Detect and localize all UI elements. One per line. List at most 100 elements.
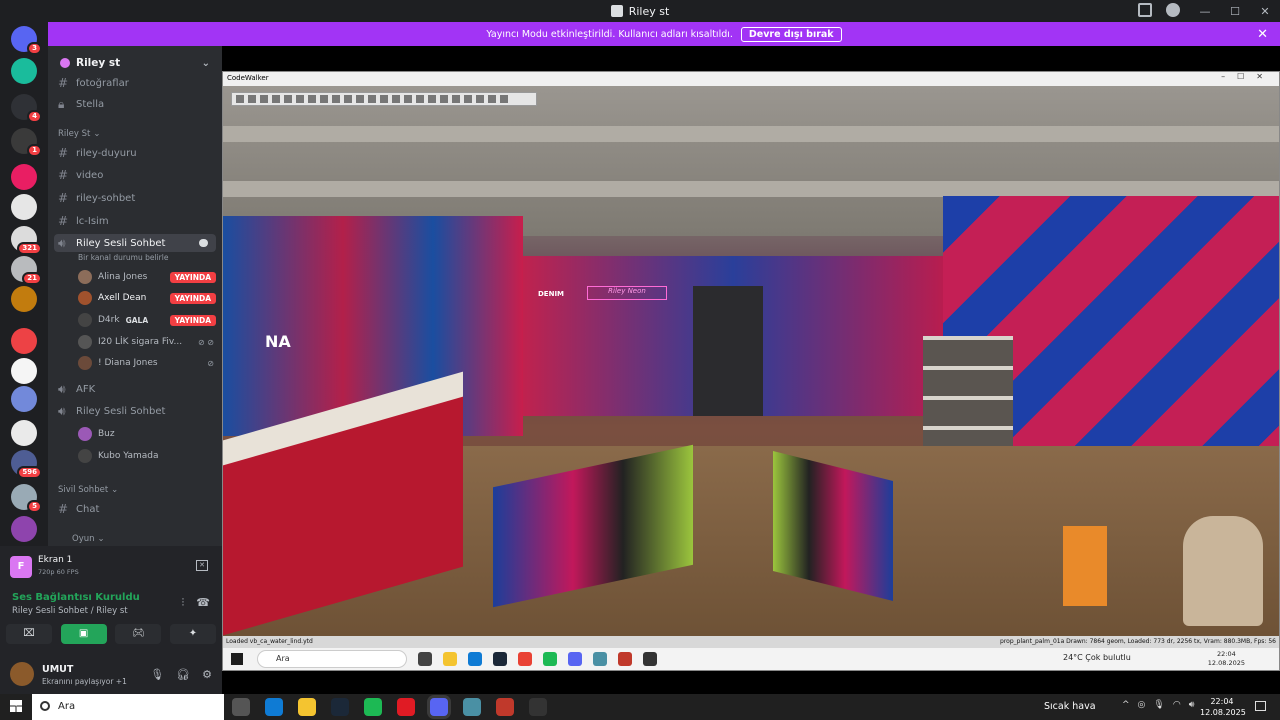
taskbar-clock[interactable]: 22:04 12.08.2025: [1200, 696, 1246, 718]
user-status: Ekranını paylaşıyor +1: [42, 677, 127, 686]
voice-user[interactable]: D4rk GALA YAYINDA: [78, 311, 218, 329]
channel-lc-isim[interactable]: # lc-Isim: [48, 212, 222, 230]
chevron-down-icon: ⌄: [93, 129, 101, 139]
channel-video[interactable]: # video: [48, 166, 222, 184]
taskbar-edge-icon[interactable]: [265, 698, 283, 716]
server-icon[interactable]: 5: [11, 484, 42, 513]
server-icon[interactable]: 321: [11, 226, 42, 255]
voice-user[interactable]: Buz: [78, 425, 218, 443]
voice-user[interactable]: Axell Dean YAYINDA: [78, 289, 218, 307]
codewalker-window: CodeWalker –☐✕ NA DENIM Riley Neon Loade…: [222, 71, 1280, 671]
voice-channel-2[interactable]: 🔊︎ Riley Sesli Sohbet: [48, 402, 222, 420]
server-icon[interactable]: 21: [11, 256, 42, 285]
inbox-icon[interactable]: [1138, 3, 1152, 17]
server-icon[interactable]: [11, 386, 37, 412]
microphone-icon[interactable]: 🎙︎: [1153, 700, 1164, 710]
voice-user[interactable]: ! Diana Jones ⊘: [78, 354, 218, 372]
taskbar-spotify-icon[interactable]: [364, 698, 382, 716]
avatar: [78, 449, 92, 463]
taskbar-app-red-icon[interactable]: [496, 698, 514, 716]
voice-channel-afk[interactable]: 🔊︎ AFK: [48, 380, 222, 398]
windows-start-button[interactable]: [10, 700, 22, 712]
camera-off-button[interactable]: ⌧: [6, 624, 52, 644]
server-icon[interactable]: [11, 516, 37, 542]
notification-icon[interactable]: [1255, 701, 1266, 711]
taskbar-opera-icon[interactable]: [397, 698, 415, 716]
category-sivil-sohbet[interactable]: Sivil Sohbet ⌄: [48, 481, 222, 499]
server-icon[interactable]: [11, 164, 37, 190]
voice-channel-active[interactable]: 🔊︎ Riley Sesli Sohbet: [54, 234, 216, 252]
taskbar-discord-icon[interactable]: [430, 698, 448, 716]
headphones-icon[interactable]: 🎧︎: [176, 668, 190, 681]
orange-bag: [1063, 526, 1107, 606]
server-icon[interactable]: [11, 194, 37, 220]
server-icon[interactable]: 596: [11, 450, 42, 479]
noise-suppression-icon[interactable]: ⫶: [182, 596, 185, 610]
channel-status[interactable]: Bir kanal durumu belirle: [78, 253, 168, 262]
voice-user[interactable]: Kubo Yamada: [78, 447, 218, 465]
channel-riley-duyuru[interactable]: # riley-duyuru: [48, 144, 222, 162]
banner-message: Yayıncı Modu etkinleştirildi. Kullanıcı …: [486, 28, 733, 40]
wifi-icon[interactable]: ◠: [1173, 700, 1181, 710]
channel-chat[interactable]: # Chat: [48, 500, 222, 518]
channel-photos[interactable]: # fotoğraflar: [48, 74, 222, 92]
title-bar: Riley st — ☐ ✕: [0, 0, 1280, 22]
weather-widget[interactable]: Sıcak hava: [1044, 701, 1096, 712]
channel-riley-sohbet[interactable]: # riley-sohbet: [48, 189, 222, 207]
server-icon[interactable]: [11, 58, 37, 84]
server-icon[interactable]: [11, 358, 37, 384]
share-screen-button[interactable]: ▣: [60, 624, 107, 644]
server-icon: [60, 58, 70, 68]
category-riley-st[interactable]: Riley St ⌄: [48, 125, 222, 143]
taskbar-search[interactable]: Ara: [32, 694, 224, 720]
screen-quality: 720p 60 FPS: [38, 568, 79, 576]
server-icon[interactable]: [11, 328, 37, 354]
microphone-icon[interactable]: 🎙︎: [150, 668, 164, 681]
server-icon[interactable]: [11, 420, 37, 446]
chat-bubble-icon[interactable]: [199, 239, 208, 247]
minimize-button[interactable]: —: [1190, 5, 1220, 18]
voice-user[interactable]: I20 LİK sigara Fiv... ⊘ ⊘: [78, 333, 218, 351]
close-button[interactable]: ✕: [1250, 5, 1280, 18]
disable-streamer-mode-button[interactable]: Devre dışı bırak: [740, 26, 842, 42]
taskbar-steam-icon[interactable]: [331, 698, 349, 716]
muted-icon: ⊘ ⊘: [198, 337, 214, 347]
stream-view[interactable]: CodeWalker –☐✕ NA DENIM Riley Neon Loade…: [222, 46, 1280, 694]
server-icon[interactable]: 1: [11, 128, 42, 157]
voice-connected-label[interactable]: Ses Bağlantısı Kuruldu: [12, 592, 140, 603]
voice-channel-path[interactable]: Riley Sesli Sohbet / Riley st: [12, 606, 128, 616]
settings-gear-icon[interactable]: ⚙: [202, 668, 212, 681]
avatar: [78, 427, 92, 441]
chevron-up-icon[interactable]: ^: [1122, 700, 1130, 710]
chevron-down-icon[interactable]: ⌄: [202, 58, 210, 69]
channel-sidebar: Riley st ⌄ # fotoğraflar 🔒︎ Stella Riley S…: [48, 46, 222, 546]
maximize-button[interactable]: ☐: [1220, 5, 1250, 18]
server-header[interactable]: Riley st ⌄: [48, 52, 222, 74]
taskbar-explorer-icon[interactable]: [298, 698, 316, 716]
channel-stella[interactable]: 🔒︎ Stella: [48, 95, 222, 113]
stop-stream-icon[interactable]: ✕: [196, 560, 208, 571]
avatar: [78, 335, 92, 349]
banner-close-icon[interactable]: ✕: [1257, 27, 1268, 42]
current-user[interactable]: UMUT Ekranını paylaşıyor +1 🎙︎ 🎧︎ ⚙: [0, 654, 222, 694]
soundboard-button[interactable]: ✦: [169, 624, 216, 644]
server-icon[interactable]: [11, 286, 37, 312]
activity-button[interactable]: 🎮︎: [115, 624, 162, 644]
volume-icon[interactable]: 🔊︎: [1189, 700, 1195, 710]
taskbar-app-teal-icon[interactable]: [463, 698, 481, 716]
3d-scene[interactable]: NA DENIM Riley Neon: [223, 86, 1279, 636]
status-right: prop_plant_palm_01a Drawn: 7864 geom, Lo…: [1000, 638, 1276, 645]
server-icon[interactable]: 3: [11, 26, 42, 55]
screen-share-card[interactable]: F Ekran 1 720p 60 FPS ✕: [4, 552, 218, 582]
codewalker-toolbar[interactable]: [231, 92, 537, 106]
system-tray[interactable]: ^ ◎ 🎙︎ ◠ 🔊︎: [1122, 700, 1194, 710]
taskbar-app-dark-icon[interactable]: [529, 698, 547, 716]
help-icon[interactable]: [1166, 3, 1180, 17]
streamed-clock: 22:04 12.08.2025: [1207, 650, 1245, 667]
disconnect-icon[interactable]: ☎: [196, 596, 210, 610]
taskbar-task-view-icon[interactable]: [232, 698, 250, 716]
voice-user[interactable]: Alina Jones YAYINDA: [78, 268, 218, 286]
server-icon[interactable]: 4: [11, 94, 42, 123]
network-icon[interactable]: ◎: [1138, 700, 1146, 710]
windows-taskbar: Ara Sıcak hava ^ ◎ 🎙︎ ◠ 🔊︎ 22:04 12.08.20…: [0, 694, 1280, 720]
